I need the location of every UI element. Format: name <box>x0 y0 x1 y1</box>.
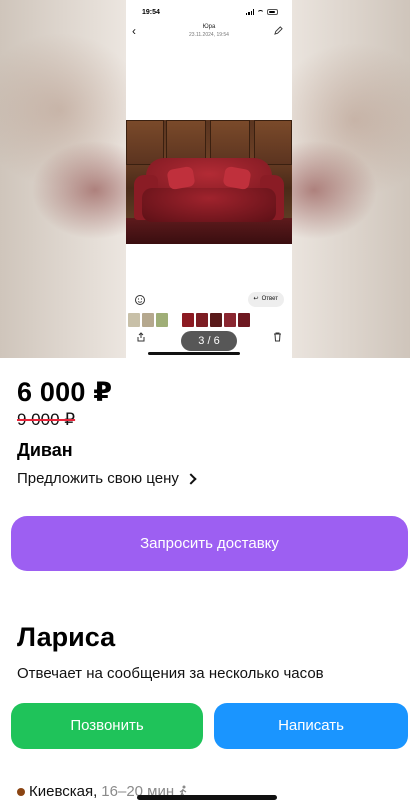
home-indicator <box>137 795 277 800</box>
gallery-blur-left <box>0 0 126 358</box>
photo-thumbnail <box>210 313 222 327</box>
photo-chat-name: Юра <box>202 24 216 30</box>
offer-price-link[interactable]: Предложить свою цену <box>17 470 197 487</box>
battery-icon <box>267 9 278 15</box>
photo-thumbnail <box>238 313 250 327</box>
photo-reply-label: Ответ <box>261 296 278 302</box>
photo-chat-header: ‹ Юра 23.11.2024, 19:54 <box>126 22 292 42</box>
photo-thumbnail <box>224 313 236 327</box>
photo-thumbnail <box>170 313 180 327</box>
photo-thumbnail <box>156 313 168 327</box>
sofa-seat <box>142 188 276 222</box>
photo-thumbnail <box>128 313 140 327</box>
wifi-icon <box>257 9 264 15</box>
seller-name[interactable]: Лариса <box>17 622 115 653</box>
request-delivery-button[interactable]: Запросить доставку <box>11 516 408 571</box>
avito-watermark: Avito <box>268 345 288 354</box>
photo-thumbnail-strip <box>126 313 292 331</box>
chevron-right-icon <box>185 472 197 485</box>
photo-thumbnail <box>182 313 194 327</box>
photo-share-icon <box>137 332 145 342</box>
sofa-pillow <box>222 165 252 191</box>
photo-status-icons <box>246 9 278 15</box>
seller-response-time: Отвечает на сообщения за несколько часов <box>17 665 324 682</box>
listing-title: Диван <box>17 440 73 460</box>
listing-old-price: 9 000 ₽ <box>17 410 76 429</box>
reply-arrow-icon: ↩ <box>253 296 259 302</box>
photo-home-indicator <box>148 352 240 355</box>
metro-line-dot <box>17 787 25 796</box>
metro-station: Киевская, <box>29 783 98 800</box>
photo-reply-chip: ↩ Ответ <box>247 292 284 307</box>
photo-thumbnail <box>196 313 208 327</box>
photo-thumbnail <box>142 313 154 327</box>
signal-icon <box>246 9 254 15</box>
listing-photo[interactable]: 19:54 ‹ Юра 23.11.2024, 19:54 ↩ Ответ <box>126 0 292 358</box>
photo-edit-icon <box>274 26 283 35</box>
write-message-button[interactable]: Написать <box>214 703 408 749</box>
photo-status-bar: 19:54 <box>126 6 292 20</box>
photo-gallery[interactable]: 19:54 ‹ Юра 23.11.2024, 19:54 ↩ Ответ 3 … <box>0 0 410 358</box>
listing-price: 6 000 ₽ <box>17 377 113 407</box>
photo-status-time: 19:54 <box>142 9 160 16</box>
sofa-photo <box>126 120 292 244</box>
photo-trash-icon <box>274 332 281 342</box>
offer-price-label: Предложить свою цену <box>17 470 179 487</box>
gallery-page-counter: 3 / 6 <box>181 331 237 351</box>
gallery-blur-right <box>284 0 410 358</box>
photo-chat-date: 23.11.2024, 19:54 <box>189 32 229 38</box>
add-reaction-icon <box>135 295 145 305</box>
call-button[interactable]: Позвонить <box>11 703 203 749</box>
